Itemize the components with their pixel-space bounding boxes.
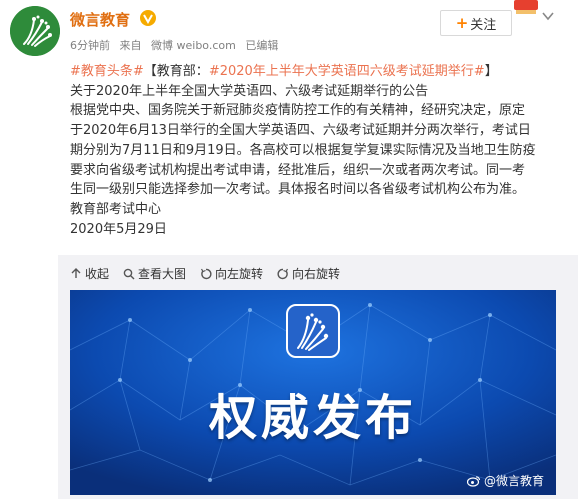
verified-badge-icon — [140, 10, 156, 26]
rotate-left-icon — [201, 268, 212, 279]
banner-logo-icon — [286, 304, 340, 358]
watermark-text: @微言教育 — [483, 474, 544, 488]
body-line: 根据党中央、国务院关于新冠肺炎疫情防控工作的有关精神，经研究决定，原定 — [70, 103, 526, 119]
post-meta: 6分钟前 来自 微博 weibo.com 已编辑 — [70, 37, 284, 53]
view-large-label: 查看大图 — [138, 267, 187, 281]
chevron-down-icon[interactable] — [540, 9, 556, 23]
headline-suffix: 】 — [484, 64, 498, 79]
magnifier-icon — [123, 268, 135, 279]
rotate-right-label: 向右旋转 — [292, 267, 341, 281]
avatar[interactable] — [10, 6, 60, 56]
collapse-label: 收起 — [85, 267, 110, 281]
decorative-badge-icon — [514, 0, 538, 14]
weibo-icon — [466, 475, 481, 487]
post-source[interactable]: 微博 weibo.com — [151, 39, 236, 52]
education-logo-icon — [10, 6, 60, 56]
rotate-left-button[interactable]: 向左旋转 — [200, 265, 263, 282]
post-time[interactable]: 6分钟前 — [70, 39, 110, 52]
collapse-button[interactable]: 收起 — [70, 265, 109, 282]
body-line: 关于2020年上半年全国大学英语四、六级考试延期举行的公告 — [70, 83, 429, 99]
post-image[interactable]: 权威发布 @微言教育 — [70, 290, 556, 495]
banner-title: 权威发布 — [208, 390, 417, 446]
body-line: 期分别为7月11日和9月19日。各高校可以根据复学复课实际情况及当地卫生防疫 — [70, 142, 536, 158]
headline-prefix: 【教育部： — [143, 64, 209, 79]
account-name[interactable]: 微言教育 — [70, 9, 130, 30]
rotate-right-icon — [277, 268, 289, 279]
post-body: #教育头条#【教育部：#2020年上半年大学英语四六级考试延期举行#】 关于20… — [70, 62, 570, 239]
post-status: 已编辑 — [245, 39, 279, 52]
body-line: 生同一级别只能选择参加一次考试。具体报名时间以各省级考试机构公布为准。 — [70, 182, 526, 198]
view-large-button[interactable]: 查看大图 — [123, 265, 186, 282]
image-watermark: @微言教育 — [466, 472, 544, 489]
topic-link[interactable]: #教育头条# — [70, 64, 144, 79]
post-source-prefix: 来自 — [119, 39, 142, 52]
body-date: 2020年5月29日 — [70, 221, 167, 237]
follow-button[interactable]: + 关注 — [440, 10, 512, 36]
post-headline: #教育头条#【教育部：#2020年上半年大学英语四六级考试延期举行#】 — [70, 62, 570, 82]
rotate-right-button[interactable]: 向右旋转 — [277, 265, 340, 282]
weibo-post-card: 微言教育 6分钟前 来自 微博 weibo.com 已编辑 + 关注 #教育头条… — [0, 0, 578, 499]
rotate-left-label: 向左旋转 — [215, 267, 264, 281]
body-signature: 教育部考试中心 — [70, 201, 162, 217]
follow-button-label: 关注 — [470, 17, 497, 33]
collapse-arrow-icon — [71, 267, 81, 278]
body-line: 要求向省级考试机构提出考试申请，经批准后，组织一次或者两次考试。同一考 — [70, 162, 526, 178]
headline-topic-link[interactable]: #2020年上半年大学英语四六级考试延期举行# — [209, 64, 485, 79]
image-toolbar: 收起 查看大图 向左旋转 向右旋转 — [70, 265, 354, 282]
plus-icon: + — [455, 14, 469, 32]
body-line: 于2020年6月13日举行的全国大学英语四、六级考试延期并分两次举行，考试日 — [70, 123, 531, 139]
